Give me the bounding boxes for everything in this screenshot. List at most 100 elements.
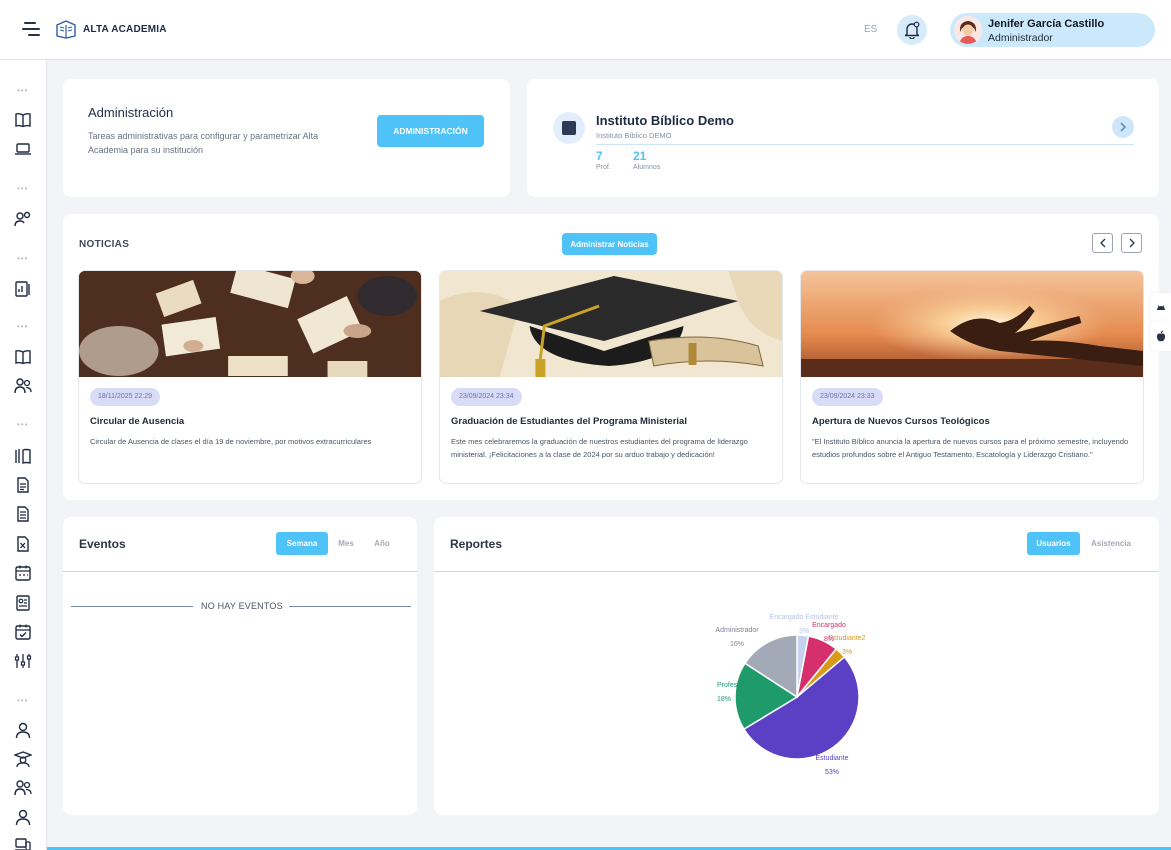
events-panel: Eventos Semana Mes Año NO HAY EVENTOS xyxy=(63,517,417,815)
team-icon[interactable] xyxy=(14,779,32,797)
institution-logo xyxy=(553,112,585,144)
chevron-left-icon xyxy=(1099,238,1105,248)
laptop-icon[interactable] xyxy=(14,140,32,158)
news-image-books xyxy=(79,271,421,377)
no-events-text: NO HAY EVENTOS xyxy=(201,601,283,611)
news-date-badge: 23/09/2024 23:34 xyxy=(451,388,522,406)
no-events-message: NO HAY EVENTOS xyxy=(71,597,411,617)
news-body: "El Instituto Bíblico anuncia la apertur… xyxy=(812,437,1129,459)
app-logo[interactable]: ALTA ACADEMIA xyxy=(55,19,167,39)
administration-button[interactable]: ADMINISTRACIÓN xyxy=(377,115,484,147)
separator-dots: ••• xyxy=(17,322,29,331)
pie-label: Encargado Estudiante xyxy=(770,614,839,621)
divider xyxy=(596,144,1134,145)
separator-dots: ••• xyxy=(17,696,29,705)
events-title: Eventos xyxy=(79,537,126,551)
excel-icon[interactable] xyxy=(14,535,32,553)
calendar-check-icon[interactable] xyxy=(14,623,32,641)
person-icon[interactable] xyxy=(14,808,32,826)
news-card[interactable]: 23/09/2024 23:34 Graduación de Estudiant… xyxy=(439,270,783,484)
news-prev-button[interactable] xyxy=(1092,233,1113,253)
news-body: Este mes celebraremos la graduación de n… xyxy=(451,437,748,459)
android-icon xyxy=(1157,305,1165,310)
tab-semana[interactable]: Semana xyxy=(276,532,328,555)
separator-dots: ••• xyxy=(17,420,29,429)
pie-label: Profesor xyxy=(717,682,744,689)
document-list-icon[interactable] xyxy=(14,505,32,523)
separator-dots: ••• xyxy=(17,254,29,263)
pie-value-label: 3% xyxy=(842,649,852,656)
android-app-button[interactable] xyxy=(1151,293,1171,323)
admin-title: Administración xyxy=(88,105,174,120)
separator-dots: ••• xyxy=(17,86,29,95)
chevron-right-icon xyxy=(1129,238,1135,248)
users-settings-icon[interactable] xyxy=(14,210,32,228)
pie-value-label: 3% xyxy=(799,628,809,635)
news-headline: Apertura de Nuevos Cursos Teológicos xyxy=(812,416,990,427)
news-image-sunset-hands xyxy=(801,271,1143,377)
professors-label: Prof. xyxy=(596,164,611,171)
pie-label: Administrador xyxy=(715,627,759,634)
news-section: NOTICIAS Administrar Noticias 18/11/2025… xyxy=(63,214,1159,500)
pie-value-label: 18% xyxy=(717,696,731,703)
institution-card: Instituto Bíblico Demo Instituto Bíblico… xyxy=(527,79,1159,197)
devices-icon[interactable] xyxy=(14,836,32,850)
separator-dots: ••• xyxy=(17,184,29,193)
students-count: 21 xyxy=(633,149,647,163)
notifications-button[interactable] xyxy=(897,15,927,45)
users-pie-chart: Encargado Estudiante3%Encargado8%Estudia… xyxy=(715,614,866,776)
news-headline: Graduación de Estudiantes del Programa M… xyxy=(451,416,687,427)
chevron-right-icon xyxy=(1120,122,1127,132)
logo-icon xyxy=(56,20,76,39)
user-icon[interactable] xyxy=(14,721,32,739)
news-card[interactable]: 18/11/2025 22:29 Circular de Ausencia Ci… xyxy=(78,270,422,484)
language-selector[interactable]: ES xyxy=(864,24,877,35)
students-label: Alumnos xyxy=(633,164,661,171)
avatar xyxy=(954,16,982,44)
pie-value-label: 16% xyxy=(730,641,744,648)
divider xyxy=(63,571,417,572)
app-name: ALTA ACADEMIA xyxy=(83,23,167,35)
group-icon[interactable] xyxy=(14,377,32,395)
user-name: Jenifer García Castillo xyxy=(988,18,1105,30)
institution-subtitle: Instituto Bíblico DEMO xyxy=(596,131,672,140)
top-bar: ALTA ACADEMIA ES Jenifer García Castillo… xyxy=(0,0,1171,60)
reports-panel: Reportes Usuarios Asistencia Encargado E… xyxy=(434,517,1159,815)
institution-open-button[interactable] xyxy=(1112,116,1134,138)
menu-toggle-icon[interactable] xyxy=(22,21,40,37)
news-date-badge: 23/09/2024 23:33 xyxy=(812,388,883,406)
report-icon[interactable] xyxy=(14,280,32,298)
manage-news-button[interactable]: Administrar Noticias xyxy=(562,233,657,255)
news-next-button[interactable] xyxy=(1121,233,1142,253)
bell-icon xyxy=(904,21,920,39)
tab-mes[interactable]: Mes xyxy=(331,532,361,555)
pie-label: Estudiante2 xyxy=(829,635,866,642)
pie-value-label: 53% xyxy=(825,769,839,776)
tab-ano[interactable]: Año xyxy=(366,532,398,555)
library-icon[interactable] xyxy=(14,447,32,465)
news-image-graduation xyxy=(440,271,782,377)
graduate-icon[interactable] xyxy=(14,750,32,768)
pie-label: Estudiante xyxy=(815,755,848,762)
news-card[interactable]: 23/09/2024 23:33 Apertura de Nuevos Curs… xyxy=(800,270,1144,484)
news-date-badge: 18/11/2025 22:29 xyxy=(90,388,160,406)
user-role: Administrador xyxy=(988,32,1053,44)
book-open-icon[interactable] xyxy=(14,348,32,366)
document-icon[interactable] xyxy=(14,476,32,494)
news-headline: Circular de Ausencia xyxy=(90,416,185,427)
user-menu[interactable]: Jenifer García Castillo Administrador xyxy=(950,13,1155,47)
book-icon[interactable] xyxy=(14,111,32,129)
admin-description: Tareas administrativas para configurar y… xyxy=(88,131,319,155)
apple-icon xyxy=(1156,330,1166,342)
institution-name: Instituto Bíblico Demo xyxy=(596,113,734,128)
id-card-icon[interactable] xyxy=(14,594,32,612)
sidebar: ••• ••• ••• ••• ••• ••• xyxy=(0,60,47,850)
calendar-icon[interactable] xyxy=(14,564,32,582)
pie-label: Encargado xyxy=(812,622,846,629)
settings-sliders-icon[interactable] xyxy=(14,652,32,670)
admin-card: Administración Tareas administrativas pa… xyxy=(63,79,510,197)
professors-count: 7 xyxy=(596,149,603,163)
apple-app-button[interactable] xyxy=(1151,321,1171,351)
news-body: Circular de Ausencia de clases el día 19… xyxy=(90,437,372,446)
news-title: NOTICIAS xyxy=(79,239,130,250)
